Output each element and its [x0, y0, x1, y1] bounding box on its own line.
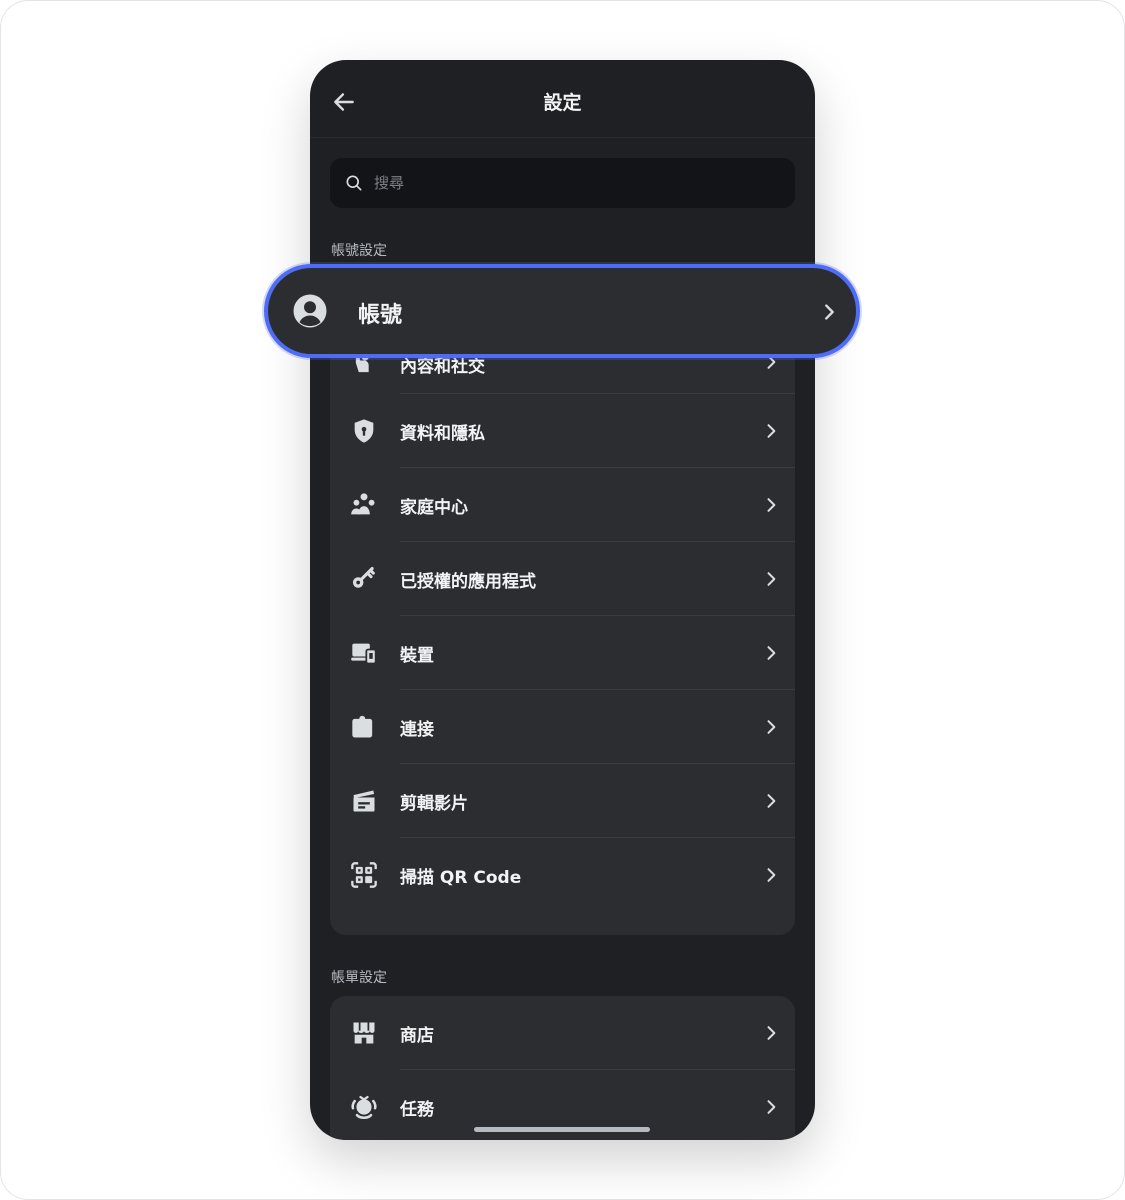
chevron-right-icon [767, 646, 776, 660]
chevron-right-icon [767, 1026, 776, 1040]
settings-item-connections[interactable]: 連接 [330, 690, 795, 764]
account-settings-card: 內容和社交 資料和隱私 家庭中心 已授權的應用程式 裝置 連接 剪輯影片 掃描 … [330, 290, 795, 935]
settings-item-account-highlighted[interactable]: 帳號 [264, 264, 860, 358]
phone-screen: 設定 帳號設定 內容和社交 資料和隱私 [310, 60, 815, 1140]
settings-item-label: 掃描 QR Code [400, 868, 522, 888]
search-input[interactable] [374, 158, 774, 208]
chevron-right-icon [767, 794, 776, 808]
settings-item-label: 連接 [400, 720, 434, 740]
settings-item-label: 任務 [400, 1100, 434, 1120]
chevron-right-icon [767, 424, 776, 438]
user-circle-icon [293, 294, 327, 328]
puzzle-icon [350, 713, 378, 741]
key-icon [350, 565, 378, 593]
billing-settings-card: 商店 任務 [330, 996, 795, 1140]
settings-item-devices[interactable]: 裝置 [330, 616, 795, 690]
devices-icon [350, 639, 378, 667]
chevron-right-icon [825, 304, 834, 320]
page-title: 設定 [543, 92, 582, 114]
search-bar[interactable] [330, 158, 795, 208]
settings-item-clips[interactable]: 剪輯影片 [330, 764, 795, 838]
chevron-right-icon [767, 498, 776, 512]
settings-item-label: 裝置 [400, 646, 434, 666]
settings-item-label: 已授權的應用程式 [400, 572, 536, 592]
settings-item-authorized-apps[interactable]: 已授權的應用程式 [330, 542, 795, 616]
settings-item-label: 剪輯影片 [400, 794, 468, 814]
quest-badge-icon [350, 1093, 378, 1121]
settings-item-data-privacy[interactable]: 資料和隱私 [330, 394, 795, 468]
settings-item-shop[interactable]: 商店 [330, 996, 795, 1070]
shop-icon [350, 1019, 378, 1047]
home-indicator [474, 1127, 650, 1132]
search-icon [346, 175, 362, 191]
settings-item-family-center[interactable]: 家庭中心 [330, 468, 795, 542]
chevron-right-icon [767, 720, 776, 734]
section-label-billing: 帳單設定 [331, 970, 387, 986]
settings-item-scan-qr[interactable]: 掃描 QR Code [330, 838, 795, 912]
family-icon [350, 491, 378, 519]
clapperboard-icon [350, 787, 378, 815]
section-label-account: 帳號設定 [331, 243, 387, 259]
chevron-right-icon [767, 868, 776, 882]
settings-item-label: 商店 [400, 1026, 434, 1046]
settings-item-label: 家庭中心 [400, 498, 468, 518]
shield-lock-icon [350, 417, 378, 445]
chevron-right-icon [767, 1100, 776, 1114]
settings-item-label: 帳號 [358, 303, 403, 328]
header: 設定 [310, 60, 815, 138]
settings-item-label: 資料和隱私 [400, 424, 485, 444]
qr-scan-icon [350, 861, 378, 889]
chevron-right-icon [767, 572, 776, 586]
